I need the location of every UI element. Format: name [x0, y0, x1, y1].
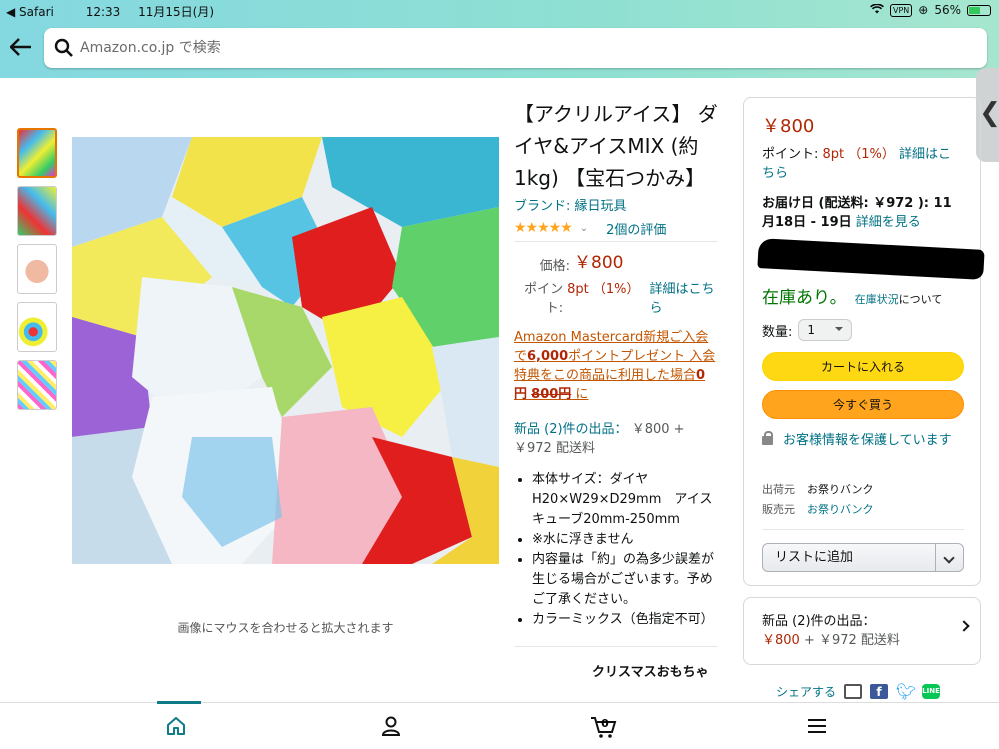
lock-icon — [762, 431, 773, 445]
price-row: 価格: ￥800 — [514, 253, 718, 275]
points-value: 8pt （1%） — [567, 282, 640, 297]
thumbnail-1[interactable] — [17, 128, 57, 178]
seller-link[interactable]: お祭りバンク — [807, 503, 874, 516]
divider — [514, 646, 718, 647]
back-to-app[interactable]: ◀ Safari — [6, 5, 68, 19]
battery-percent: 56% — [934, 3, 961, 17]
buybox-price: ￥800 — [762, 116, 815, 137]
brand-link[interactable]: ブランド: 縁日玩具 — [514, 195, 718, 214]
quantity-select[interactable]: 1 — [798, 319, 853, 341]
vpn-badge: VPN — [889, 3, 913, 17]
share-row: シェアする f 🐦︎ LINE — [776, 683, 941, 700]
share-label: シェアする — [776, 685, 837, 699]
buy-now-button[interactable]: 今すぐ買う — [762, 390, 964, 419]
back-arrow-icon[interactable] — [9, 38, 32, 61]
chevron-down-icon: ⌄ — [579, 222, 589, 234]
product-info: 【アクリルアイス】 ダイヤ&アイスMIX (約1kg) 【宝石つかみ】 ブランド… — [514, 98, 718, 680]
thumbnail-3[interactable] — [17, 244, 57, 294]
thumbnail-strip — [17, 128, 57, 418]
rating-count-link[interactable]: 2個の評価 — [606, 219, 666, 238]
search-bar[interactable] — [44, 28, 987, 68]
points-row: ポイント: 8pt （1%） 詳細はこちら — [514, 280, 718, 318]
account-icon[interactable] — [380, 715, 402, 741]
ships-from: お祭りバンク — [807, 483, 874, 496]
facebook-icon[interactable]: f — [870, 684, 889, 699]
mail-icon[interactable] — [844, 684, 863, 699]
cart-count: 0 — [601, 717, 609, 730]
delivery-info: お届け日 (配送料: ￥972 ): 11月18日 - 19日 詳細を見る — [762, 196, 952, 230]
list-item: ※水に浮きません — [532, 530, 718, 550]
buy-box: ￥800 ポイント: 8pt （1%） 詳細はこちら お届け日 (配送料: ￥9… — [743, 97, 981, 586]
divider — [514, 241, 718, 242]
new-offers: 新品 (2)件の出品： ￥800 + ￥972 配送料 — [514, 422, 685, 456]
points-details-link[interactable]: 詳細はこちら — [650, 280, 718, 318]
line-icon[interactable]: LINE — [922, 684, 941, 699]
quantity-row: 数量: 1 — [762, 319, 964, 341]
active-tab-indicator — [157, 701, 201, 704]
search-icon — [54, 38, 73, 57]
list-item: カラーミックス（色指定不可） — [532, 610, 718, 630]
clock: 12:33 — [85, 5, 121, 19]
status-bar: ◀ Safari 12:33 11月15日(月) VPN ⊕ 56% — [0, 0, 999, 22]
cart-icon[interactable]: 0 — [590, 715, 618, 743]
new-offers-label: 新品 (2)件の出品： — [762, 614, 876, 629]
chevron-down-icon[interactable] — [935, 544, 963, 571]
product-title: 【アクリルアイス】 ダイヤ&アイスMIX (約1kg) 【宝石つかみ】 — [514, 102, 718, 190]
list-item: 内容量は「約」の為多少誤差が生じる場合がございます。予めご了承ください。 — [532, 550, 718, 610]
thumbnail-4[interactable] — [17, 302, 57, 352]
new-offers-box[interactable]: 新品 (2)件の出品： ￥800 + ￥972 配送料 — [743, 597, 981, 665]
buybox-points: ポイント: 8pt （1%） 詳細はこちら — [762, 147, 952, 181]
product-main-image[interactable] — [72, 137, 499, 564]
battery-icon — [967, 4, 991, 16]
list-item: 本体サイズ：ダイヤH20×W29×D29mm アイスキューブ20mm-250mm — [532, 470, 718, 530]
menu-icon[interactable] — [806, 715, 828, 741]
stock-status-link[interactable]: 在庫状況 — [855, 293, 899, 306]
twitter-icon[interactable]: 🐦︎ — [896, 684, 916, 700]
new-offers-link[interactable]: 新品 (2)件の出品： — [514, 422, 628, 437]
stock-status: 在庫あり。 在庫状況について — [762, 288, 943, 308]
secure-transaction[interactable]: お客様情報を保護しています — [762, 431, 964, 450]
bottom-nav: 0 — [0, 701, 999, 749]
rating-row[interactable]: ★★★★★ ⌄ 2個の評価 — [514, 218, 718, 238]
price-value: ￥800 — [574, 253, 624, 273]
delivery-details-link[interactable]: 詳細を見る — [856, 215, 921, 230]
home-icon[interactable] — [165, 715, 187, 741]
add-to-list-button[interactable]: リストに追加 — [762, 543, 964, 572]
thumbnail-5[interactable] — [17, 360, 57, 410]
points-label: ポイント: — [524, 282, 564, 316]
wifi-icon — [870, 3, 884, 17]
price-label: 価格: — [539, 259, 570, 274]
search-input[interactable] — [80, 36, 960, 60]
star-rating-icon: ★★★★★ — [514, 220, 573, 236]
thumbnail-2[interactable] — [17, 186, 57, 236]
feature-bullets: 本体サイズ：ダイヤH20×W29×D29mm アイスキューブ20mm-250mm… — [514, 470, 718, 630]
date: 11月15日(月) — [138, 5, 215, 19]
rotation-lock-icon: ⊕ — [918, 3, 929, 17]
divider — [762, 529, 964, 530]
browser-header: ◀ Safari 12:33 11月15日(月) VPN ⊕ 56% — [0, 0, 999, 78]
quantity-label: 数量: — [762, 324, 793, 340]
add-to-cart-button[interactable]: カートに入れる — [762, 352, 964, 381]
zoom-hint: 画像にマウスを合わせると拡大されます — [177, 621, 394, 635]
related-product-title[interactable]: クリスマスおもちゃ — [514, 661, 718, 680]
seller-info: 出荷元 お祭りバンク 販売元 お祭りバンク — [762, 483, 874, 516]
mastercard-promo-link[interactable]: Amazon Mastercard新規ご入会で6,000ポイントプレゼント 入会… — [514, 328, 718, 404]
new-offers-price: ￥800 — [762, 633, 800, 648]
